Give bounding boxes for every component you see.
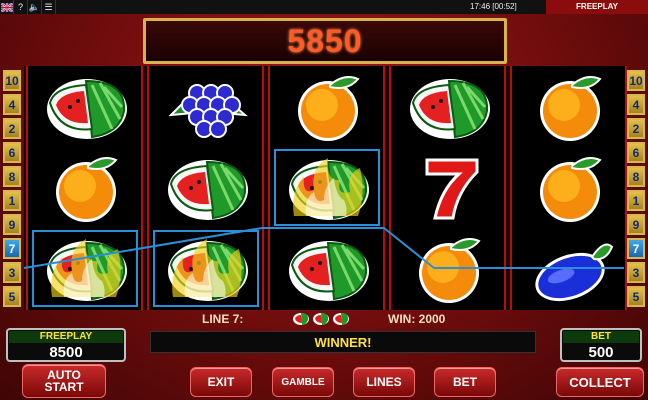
exit-button[interactable]: EXIT <box>190 367 252 397</box>
win-label: WIN: 2000 <box>388 312 446 326</box>
freeplay-value: 8500 <box>49 344 83 361</box>
freeplay-label: FREEPLAY <box>9 331 123 343</box>
line-marker-8: 8 <box>627 166 645 187</box>
watermelon-icon <box>313 313 329 325</box>
win-display: 5850 <box>143 18 507 64</box>
message-text: WINNER! <box>314 334 372 350</box>
win-amount: 5850 <box>287 22 363 59</box>
line-marker-7: 7 <box>627 238 645 259</box>
winning-symbols-icons <box>292 312 350 326</box>
auto-start-button[interactable]: AUTO START <box>22 364 106 398</box>
speaker-icon[interactable]: 🔈 <box>28 0 42 14</box>
slot-game: ? 🔈 ☰ 17:46 [00:52] FREEPLAY 5850 10 4 2 6 8… <box>0 0 648 400</box>
line-marker-2: 2 <box>3 118 21 139</box>
uk-flag-icon[interactable] <box>0 0 14 14</box>
line-marker-1: 1 <box>627 190 645 211</box>
line-marker-3: 3 <box>3 262 21 283</box>
line-markers-right: 10 4 2 6 8 1 9 7 3 5 <box>627 70 645 310</box>
line-marker-6: 6 <box>3 142 21 163</box>
lines-button[interactable]: LINES <box>353 367 415 397</box>
win-line <box>24 227 624 269</box>
line-marker-10: 10 <box>627 70 645 91</box>
line-marker-8: 8 <box>3 166 21 187</box>
line-marker-1: 1 <box>3 190 21 211</box>
line-marker-6: 6 <box>627 142 645 163</box>
line-marker-9: 9 <box>627 214 645 235</box>
line-marker-9: 9 <box>3 214 21 235</box>
menu-icon[interactable]: ☰ <box>42 0 56 14</box>
line-marker-5: 5 <box>627 286 645 307</box>
line-marker-3: 3 <box>627 262 645 283</box>
info-row: LINE 7: WIN: 2000 <box>150 312 550 326</box>
line-markers-left: 10 4 2 6 8 1 9 7 3 5 <box>3 70 21 310</box>
watermelon-icon <box>333 313 349 325</box>
reels <box>24 66 627 310</box>
watermelon-icon <box>293 313 309 325</box>
bet-value: 500 <box>588 344 614 361</box>
help-icon[interactable]: ? <box>14 0 28 14</box>
line-marker-7: 7 <box>3 238 21 259</box>
line-marker-10: 10 <box>3 70 21 91</box>
line-marker-2: 2 <box>627 118 645 139</box>
line-marker-4: 4 <box>627 94 645 115</box>
collect-button[interactable]: COLLECT <box>556 367 644 397</box>
top-bar: ? 🔈 ☰ 17:46 [00:52] FREEPLAY <box>0 0 648 14</box>
gamble-button[interactable]: GAMBLE <box>272 367 334 397</box>
bet-button[interactable]: BET <box>434 367 496 397</box>
message-bar: WINNER! <box>150 331 536 353</box>
clock: 17:46 [00:52] <box>470 2 517 11</box>
line-label: LINE 7: <box>202 312 244 326</box>
freeplay-box: FREEPLAY 8500 <box>6 328 126 362</box>
line-marker-4: 4 <box>3 94 21 115</box>
line-marker-5: 5 <box>3 286 21 307</box>
mode-badge: FREEPLAY <box>546 0 648 14</box>
bet-box: BET 500 <box>560 328 642 362</box>
bet-label: BET <box>563 331 639 343</box>
